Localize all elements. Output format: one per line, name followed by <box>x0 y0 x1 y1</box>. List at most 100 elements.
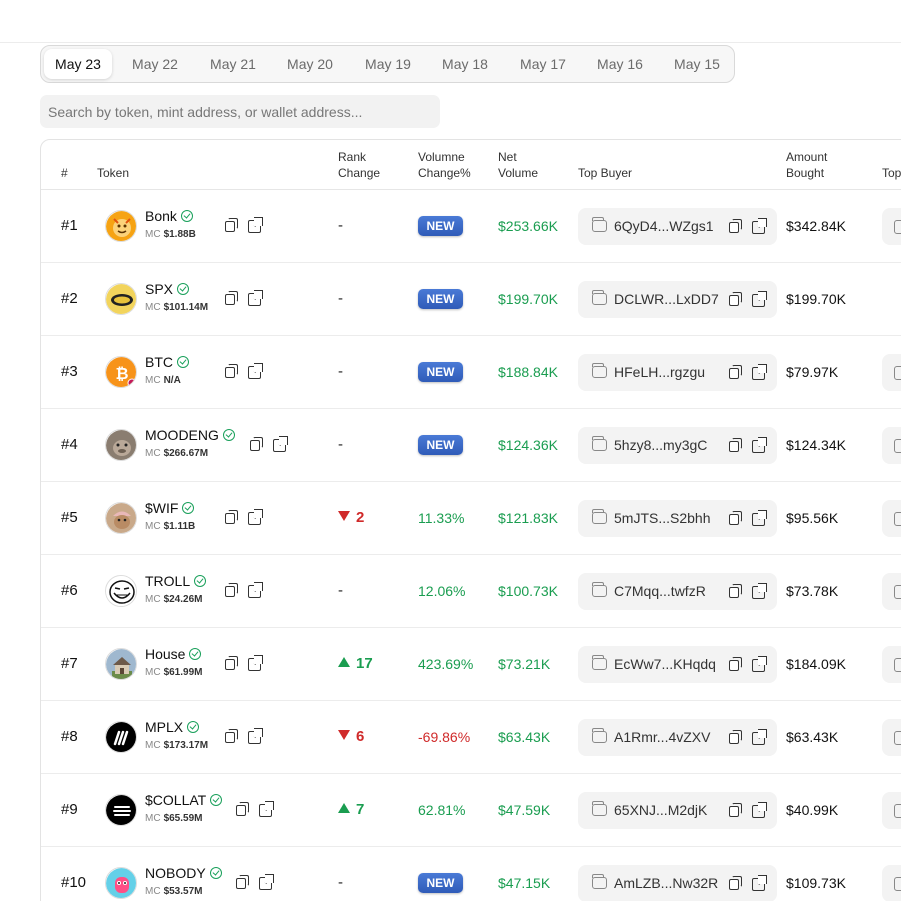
date-tab-may-19[interactable]: May 19 <box>354 49 422 79</box>
table-row[interactable]: #3 ₿ BTC MC N/A - NEW $188.84K HFeLH...rg… <box>41 336 901 409</box>
external-link-icon[interactable] <box>751 729 767 745</box>
token-name[interactable]: $COLLAT <box>145 792 223 808</box>
table-row[interactable]: #4 MOODENG MC $266.67M - NEW $124.36K 5hz… <box>41 409 901 482</box>
external-link-icon[interactable] <box>247 582 263 598</box>
verified-check-icon <box>177 283 190 295</box>
top-seller-pill[interactable] <box>882 792 901 829</box>
external-link-icon[interactable] <box>751 875 767 891</box>
external-link-icon[interactable] <box>751 802 767 818</box>
table-row[interactable]: #10 NOBODY MC $53.57M - NEW $47.15K AmLZB… <box>41 847 901 901</box>
top-seller-pill[interactable] <box>882 500 901 537</box>
external-link-icon[interactable] <box>751 291 767 307</box>
copy-icon[interactable] <box>222 728 238 744</box>
copy-icon[interactable] <box>222 217 238 233</box>
wallet-icon <box>592 290 607 305</box>
top-seller-pill[interactable] <box>882 208 901 245</box>
external-link-icon[interactable] <box>247 509 263 525</box>
copy-icon[interactable] <box>726 656 742 672</box>
top-buyer-pill[interactable]: C7Mqq...twfzR <box>578 573 777 610</box>
token-name[interactable]: House <box>145 646 202 662</box>
copy-icon[interactable] <box>222 582 238 598</box>
amount-bought: $73.78K <box>786 583 839 599</box>
table-row[interactable]: #7 House MC $61.99M 17 423.69% $73.21K Ec… <box>41 628 901 701</box>
external-link-icon[interactable] <box>272 436 288 452</box>
token-name[interactable]: $WIF <box>145 500 195 516</box>
token-name[interactable]: MOODENG <box>145 427 235 443</box>
copy-icon[interactable] <box>222 363 238 379</box>
market-cap: MC $101.14M <box>145 302 209 313</box>
date-tab-may-22[interactable]: May 22 <box>121 49 189 79</box>
copy-icon[interactable] <box>233 801 249 817</box>
top-buyer-pill[interactable]: HFeLH...rgzgu <box>578 354 777 391</box>
top-buyer-pill[interactable]: AmLZB...Nw32R <box>578 865 777 901</box>
date-tab-may-18[interactable]: May 18 <box>431 49 499 79</box>
external-link-icon[interactable] <box>247 217 263 233</box>
copy-icon[interactable] <box>726 583 742 599</box>
external-link-icon[interactable] <box>751 364 767 380</box>
date-tab-may-20[interactable]: May 20 <box>276 49 344 79</box>
external-link-icon[interactable] <box>258 874 274 890</box>
date-tab-may-17[interactable]: May 17 <box>509 49 577 79</box>
top-seller-pill[interactable] <box>882 354 901 391</box>
top-buyer-address: 65XNJ...M2djK <box>614 802 708 818</box>
top-seller-pill[interactable] <box>882 865 901 901</box>
external-link-icon[interactable] <box>247 655 263 671</box>
rank-number: #3 <box>61 363 78 380</box>
copy-icon[interactable] <box>222 509 238 525</box>
top-buyer-pill[interactable]: EcWw7...KHqdq <box>578 646 777 683</box>
copy-icon[interactable] <box>726 364 742 380</box>
top-buyer-pill[interactable]: 5mJTS...S2bhh <box>578 500 777 537</box>
copy-icon[interactable] <box>726 802 742 818</box>
copy-icon[interactable] <box>726 437 742 453</box>
external-link-icon[interactable] <box>751 656 767 672</box>
token-name[interactable]: MPLX <box>145 719 200 735</box>
top-buyer-pill[interactable]: 5hzy8...my3gC <box>578 427 777 464</box>
token-name[interactable]: Bonk <box>145 208 193 224</box>
top-buyer-pill[interactable]: DCLWR...LxDD7 <box>578 281 777 318</box>
external-link-icon[interactable] <box>751 437 767 453</box>
top-buyer-address: 6QyD4...WZgs1 <box>614 218 714 234</box>
table-row[interactable]: #9 $COLLAT MC $65.59M 7 62.81% $47.59K 65… <box>41 774 901 847</box>
external-link-icon[interactable] <box>258 801 274 817</box>
external-link-icon[interactable] <box>247 728 263 744</box>
date-tab-may-16[interactable]: May 16 <box>586 49 654 79</box>
verified-check-icon <box>177 356 189 368</box>
external-link-icon[interactable] <box>751 583 767 599</box>
copy-icon[interactable] <box>726 729 742 745</box>
date-tab-may-15[interactable]: May 15 <box>663 49 731 79</box>
top-buyer-pill[interactable]: 6QyD4...WZgs1 <box>578 208 777 245</box>
date-tab-may-21[interactable]: May 21 <box>199 49 267 79</box>
copy-icon[interactable] <box>222 290 238 306</box>
net-volume: $63.43K <box>498 729 551 745</box>
table-row[interactable]: #1 Bonk MC $1.88B - NEW $253.66K 6QyD4...… <box>41 190 901 263</box>
copy-icon[interactable] <box>726 291 742 307</box>
top-seller-pill[interactable] <box>882 573 901 610</box>
external-link-icon[interactable] <box>247 363 263 379</box>
token-name[interactable]: TROLL <box>145 573 207 589</box>
external-link-icon[interactable] <box>751 218 767 234</box>
copy-icon[interactable] <box>726 218 742 234</box>
market-cap: MC N/A <box>145 375 181 386</box>
external-link-icon[interactable] <box>247 290 263 306</box>
top-seller-pill[interactable] <box>882 427 901 464</box>
date-tab-may-23[interactable]: May 23 <box>44 49 112 79</box>
token-name[interactable]: NOBODY <box>145 865 222 881</box>
table-row[interactable]: #2 SPX MC $101.14M - NEW $199.70K DCLWR..… <box>41 263 901 336</box>
external-link-icon[interactable] <box>751 510 767 526</box>
copy-icon[interactable] <box>233 874 249 890</box>
top-seller-pill[interactable] <box>882 646 901 683</box>
copy-icon[interactable] <box>726 875 742 891</box>
copy-icon[interactable] <box>726 510 742 526</box>
token-name[interactable]: SPX <box>145 281 190 297</box>
top-buyer-pill[interactable]: A1Rmr...4vZXV <box>578 719 777 756</box>
table-row[interactable]: #6 TROLL MC $24.26M - 12.06% $100.73K C7M… <box>41 555 901 628</box>
token-name[interactable]: BTC <box>145 354 189 370</box>
table-row[interactable]: #8 MPLX MC $173.17M 6 -69.86% $63.43K A1R… <box>41 701 901 774</box>
search-input[interactable] <box>40 95 440 128</box>
top-seller-pill[interactable] <box>882 719 901 756</box>
copy-icon[interactable] <box>222 655 238 671</box>
verified-check-icon <box>180 210 193 222</box>
top-buyer-pill[interactable]: 65XNJ...M2djK <box>578 792 777 829</box>
copy-icon[interactable] <box>247 436 263 452</box>
table-row[interactable]: #5 $WIF MC $1.11B 2 11.33% $121.83K 5mJTS… <box>41 482 901 555</box>
